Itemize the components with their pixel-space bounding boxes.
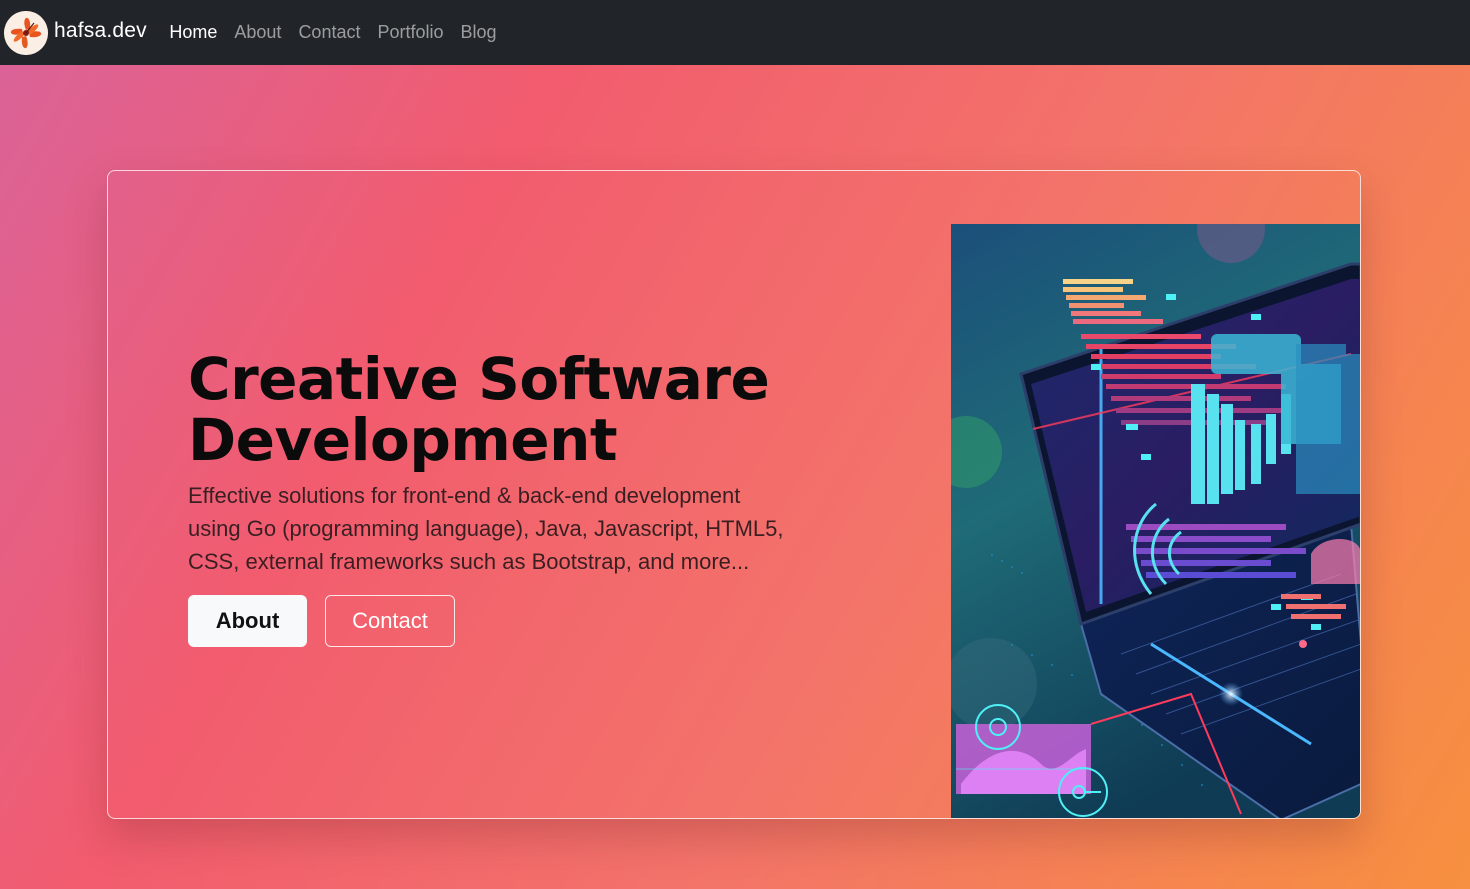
hero-buttons: About Contact [188, 595, 808, 647]
nav-home-link[interactable]: Home [161, 22, 226, 43]
nav-contact-link[interactable]: Contact [290, 22, 369, 43]
laptop-illustration-image [951, 224, 1360, 818]
brand[interactable]: hafsa.dev [4, 10, 147, 55]
contact-button[interactable]: Contact [325, 595, 455, 647]
nav-portfolio-link[interactable]: Portfolio [369, 22, 452, 43]
nav-blog-link[interactable]: Blog [452, 22, 505, 43]
brand-name: hafsa.dev [54, 18, 147, 42]
hero-card: Creative Software Development Effective … [107, 170, 1361, 819]
nav-about-link[interactable]: About [226, 22, 290, 43]
hibiscus-flower-icon [4, 10, 48, 55]
hero-title: Creative Software Development [188, 345, 770, 474]
navbar: hafsa.dev Home About Contact Portfolio B… [0, 0, 1470, 65]
hero-description: Effective solutions for front-end & back… [188, 483, 784, 574]
about-button[interactable]: About [188, 595, 307, 647]
nav-links: Home About Contact Portfolio Blog [161, 22, 505, 43]
hero-content: Creative Software Development Effective … [188, 349, 808, 647]
